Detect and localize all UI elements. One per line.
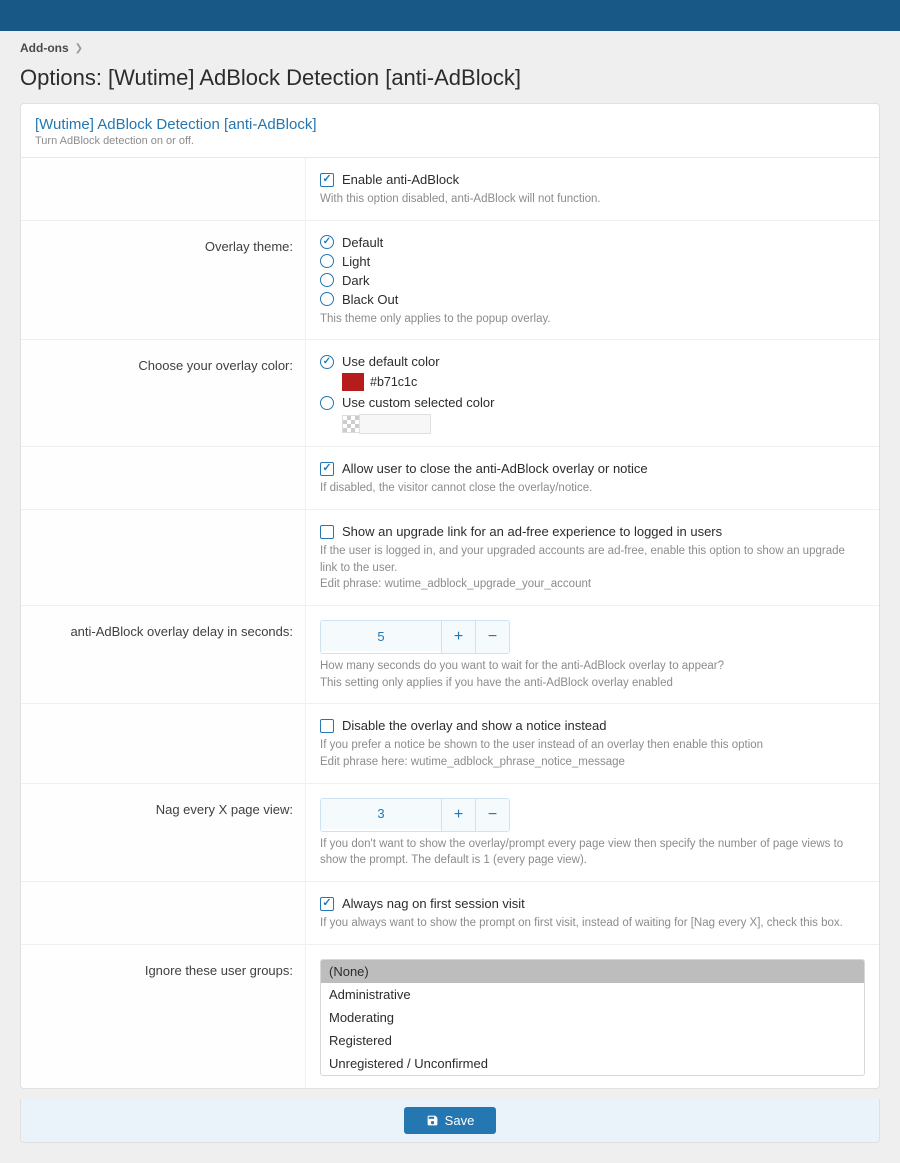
delay-stepper: + − <box>320 620 510 654</box>
save-button[interactable]: Save <box>404 1107 497 1134</box>
upgrade-link-checkbox[interactable]: Show an upgrade link for an ad-free expe… <box>320 524 865 539</box>
delay-hint: How many seconds do you want to wait for… <box>320 658 865 691</box>
save-icon <box>426 1114 439 1127</box>
enable-antiadblock-checkbox[interactable]: Enable anti-AdBlock <box>320 172 865 187</box>
theme-hint: This theme only applies to the popup ove… <box>320 311 865 328</box>
nag-input[interactable] <box>321 799 441 829</box>
checkbox-checked-icon <box>320 897 334 911</box>
theme-light-radio[interactable]: Light <box>320 254 865 269</box>
group-option-unregistered[interactable]: Unregistered / Unconfirmed <box>321 1052 864 1075</box>
save-button-label: Save <box>445 1113 475 1128</box>
ignore-groups-label: Ignore these user groups: <box>21 945 306 1088</box>
enable-label: Enable anti-AdBlock <box>342 172 459 187</box>
radio-icon <box>320 292 334 306</box>
chevron-right-icon: ❯ <box>75 43 83 54</box>
color-default-radio[interactable]: Use default color <box>320 354 865 369</box>
top-bar <box>0 0 900 31</box>
overlay-theme-label: Overlay theme: <box>21 221 306 340</box>
upgrade-link-hint: If the user is logged in, and your upgra… <box>320 543 865 593</box>
group-option-moderating[interactable]: Moderating <box>321 1006 864 1029</box>
theme-blackout-radio[interactable]: Black Out <box>320 292 865 307</box>
delay-decrement-button[interactable]: − <box>475 621 509 653</box>
options-panel: [Wutime] AdBlock Detection [anti-AdBlock… <box>20 103 880 1089</box>
addon-title-link[interactable]: [Wutime] AdBlock Detection [anti-AdBlock… <box>35 116 865 133</box>
radio-icon <box>320 254 334 268</box>
radio-icon <box>320 273 334 287</box>
color-custom-radio[interactable]: Use custom selected color <box>320 395 865 410</box>
delay-increment-button[interactable]: + <box>441 621 475 653</box>
allow-close-hint: If disabled, the visitor cannot close th… <box>320 480 865 497</box>
transparent-swatch-icon[interactable] <box>342 415 360 433</box>
radio-checked-icon <box>320 355 334 369</box>
custom-color-input[interactable] <box>359 414 431 434</box>
delay-input[interactable] <box>321 621 441 651</box>
always-nag-hint: If you always want to show the prompt on… <box>320 915 865 932</box>
default-color-display: #b71c1c <box>342 373 865 391</box>
overlay-color-label: Choose your overlay color: <box>21 340 306 446</box>
delay-label: anti-AdBlock overlay delay in seconds: <box>21 606 306 703</box>
always-nag-checkbox[interactable]: Always nag on first session visit <box>320 896 865 911</box>
group-option-registered[interactable]: Registered <box>321 1029 864 1052</box>
theme-default-radio[interactable]: Default <box>320 235 865 250</box>
nag-stepper: + − <box>320 798 510 832</box>
enable-hint: With this option disabled, anti-AdBlock … <box>320 191 865 208</box>
page-title: Options: [Wutime] AdBlock Detection [ant… <box>0 61 900 103</box>
group-option-admin[interactable]: Administrative <box>321 983 864 1006</box>
nag-hint: If you don't want to show the overlay/pr… <box>320 836 865 869</box>
radio-checked-icon <box>320 235 334 249</box>
checkbox-checked-icon <box>320 173 334 187</box>
nag-label: Nag every X page view: <box>21 784 306 881</box>
save-bar: Save <box>20 1099 880 1143</box>
breadcrumb: Add-ons ❯ <box>0 31 900 61</box>
breadcrumb-addons[interactable]: Add-ons <box>20 41 69 55</box>
theme-dark-radio[interactable]: Dark <box>320 273 865 288</box>
nag-decrement-button[interactable]: − <box>475 799 509 831</box>
disable-overlay-hint: If you prefer a notice be shown to the u… <box>320 737 865 770</box>
allow-close-checkbox[interactable]: Allow user to close the anti-AdBlock ove… <box>320 461 865 476</box>
panel-header: [Wutime] AdBlock Detection [anti-AdBlock… <box>21 104 879 158</box>
color-swatch-icon <box>342 373 364 391</box>
nag-increment-button[interactable]: + <box>441 799 475 831</box>
ignore-groups-select[interactable]: (None) Administrative Moderating Registe… <box>320 959 865 1076</box>
disable-overlay-checkbox[interactable]: Disable the overlay and show a notice in… <box>320 718 865 733</box>
radio-icon <box>320 396 334 410</box>
group-option-none[interactable]: (None) <box>321 960 864 983</box>
addon-subtitle: Turn AdBlock detection on or off. <box>35 135 865 147</box>
checkbox-icon <box>320 525 334 539</box>
checkbox-checked-icon <box>320 462 334 476</box>
checkbox-icon <box>320 719 334 733</box>
